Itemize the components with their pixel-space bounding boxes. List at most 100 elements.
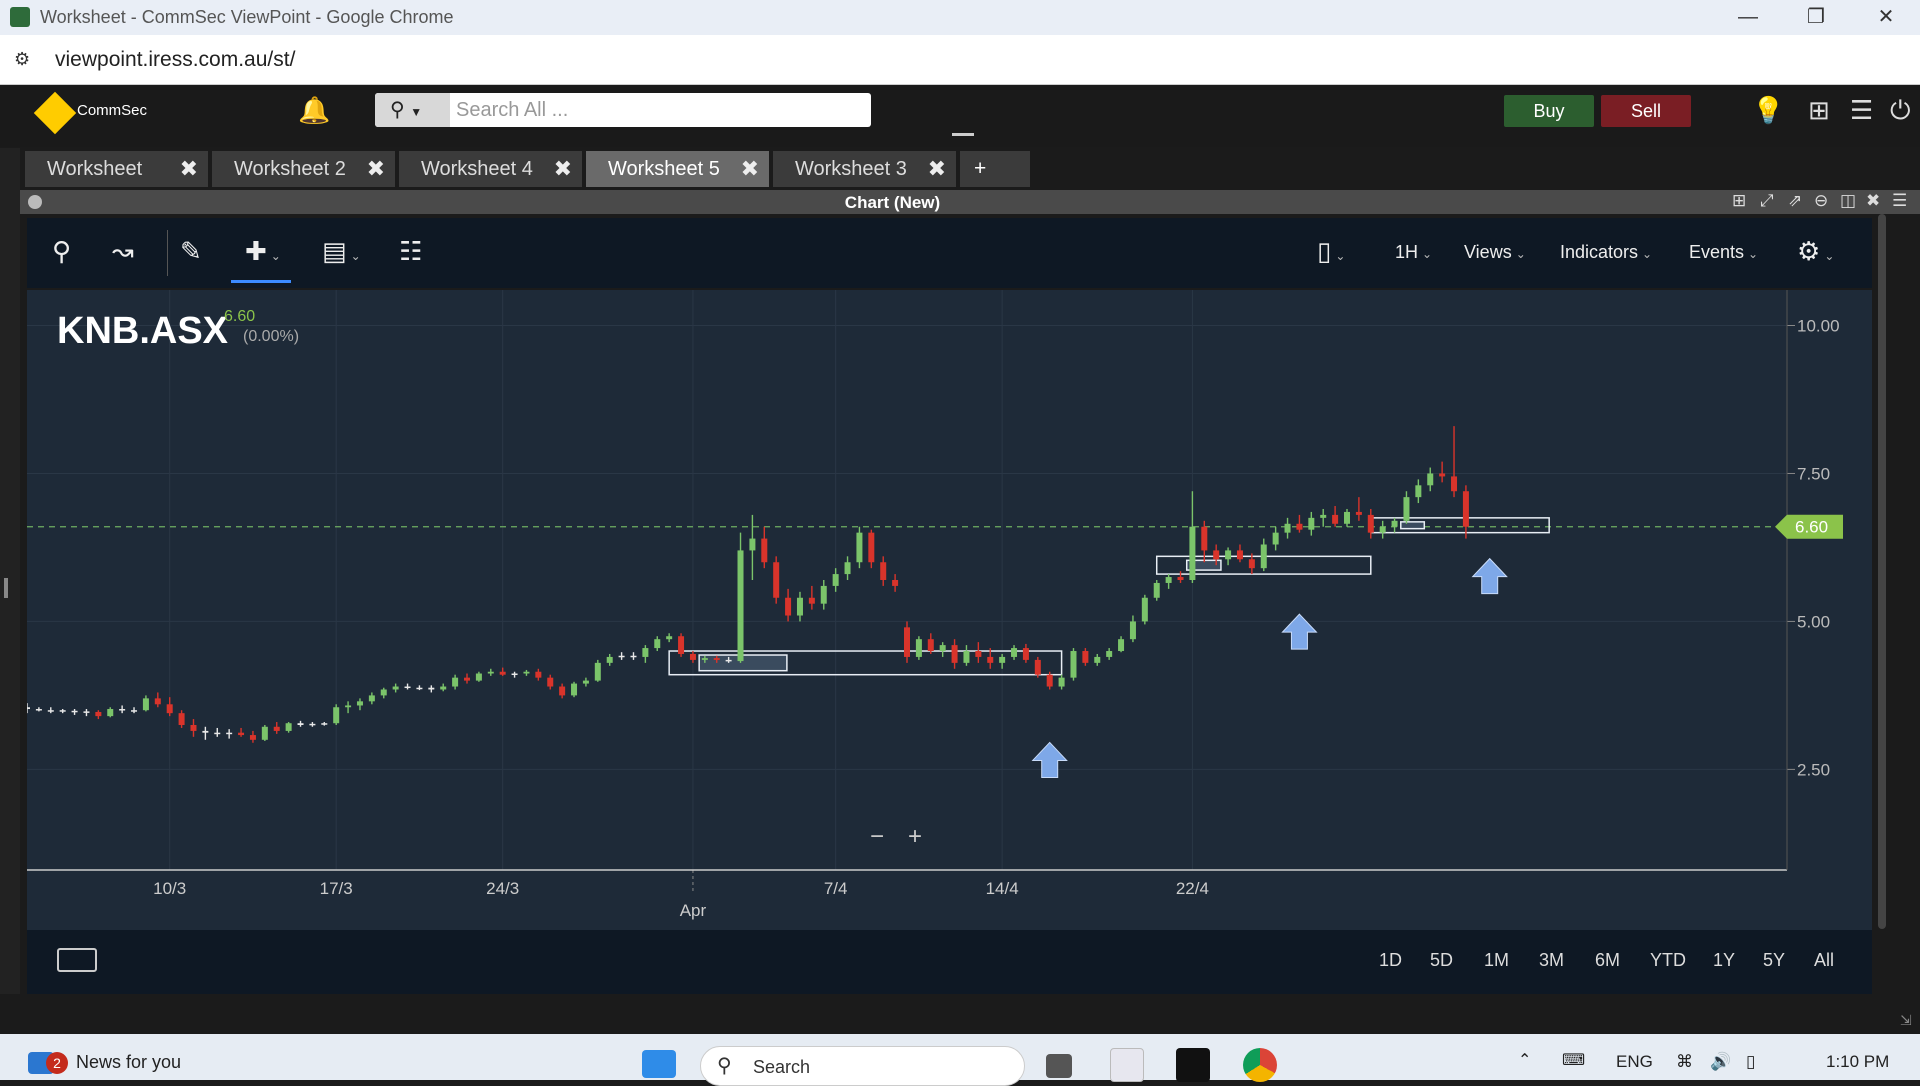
power-icon[interactable]: ⏻ (1890, 95, 1911, 127)
zoom-out-icon[interactable]: − (870, 823, 884, 851)
candle-body (773, 562, 780, 598)
panel-menu-icon[interactable]: ☰ (1892, 191, 1907, 211)
buy-button[interactable]: Buy (1504, 95, 1594, 127)
sell-button[interactable]: Sell (1601, 95, 1691, 127)
candle-body (238, 732, 245, 736)
tab-worksheet-5[interactable]: Worksheet 5 ✖ (586, 151, 769, 187)
close-window-icon[interactable]: ✕ (1866, 2, 1906, 32)
candle-body (868, 532, 875, 563)
period-button-3m[interactable]: 3M (1539, 950, 1564, 971)
tab-worksheet-2[interactable]: Worksheet 2 ✖ (212, 151, 395, 187)
snipping-tool-icon[interactable] (1110, 1048, 1144, 1082)
chevron-up-icon[interactable]: ⌃ (1518, 1050, 1531, 1070)
chevron-down-icon: ▼ (410, 105, 423, 119)
windows-start-icon[interactable] (642, 1050, 676, 1078)
site-settings-icon[interactable]: ⚙ (14, 49, 30, 70)
bell-icon[interactable]: 🔔 (298, 95, 330, 126)
split-icon[interactable]: ◫ (1840, 191, 1856, 211)
news-label[interactable]: News for you (76, 1052, 181, 1073)
minimize-panel-icon[interactable]: ⊖ (1814, 191, 1828, 211)
close-tab-icon[interactable]: ✖ (554, 151, 572, 187)
clock-time[interactable]: 1:10 PM (1826, 1052, 1889, 1072)
period-button-1m[interactable]: 1M (1484, 950, 1509, 971)
url-text[interactable]: viewpoint.iress.com.au/st/ (55, 48, 295, 72)
candle-body (701, 658, 708, 660)
candle-body (1451, 476, 1458, 492)
language-indicator[interactable]: ENG (1616, 1052, 1653, 1072)
add-icon[interactable]: ⊞ (1732, 191, 1746, 211)
period-button-6m[interactable]: 6M (1595, 950, 1620, 971)
lightbulb-icon[interactable]: 💡 (1752, 95, 1784, 126)
battery-icon[interactable]: ▯ (1746, 1052, 1755, 1072)
keyboard-tray-icon[interactable]: ⌨ (1562, 1050, 1585, 1070)
interval-dropdown[interactable]: 1H ⌄ (1395, 242, 1432, 263)
close-tab-icon[interactable]: ✖ (180, 151, 198, 187)
candle-body (214, 732, 221, 735)
candlestick-type-icon[interactable]: ▯ ⌄ (1317, 236, 1345, 267)
close-panel-icon[interactable]: ✖ (1866, 191, 1880, 211)
restore-icon[interactable]: ❐ (1796, 2, 1836, 32)
popout-icon[interactable]: ⇗ (1788, 191, 1802, 211)
events-dropdown[interactable]: Events ⌄ (1689, 242, 1758, 263)
up-arrow-icon (1471, 557, 1508, 595)
tab-worksheet-4[interactable]: Worksheet 4 ✖ (399, 151, 582, 187)
expand-icon[interactable]: ⤢ (1760, 191, 1774, 211)
trading-app-icon[interactable] (1176, 1048, 1210, 1082)
period-button-5y[interactable]: 5Y (1763, 950, 1785, 971)
tab-worksheet-3[interactable]: Worksheet 3 ✖ (773, 151, 956, 187)
new-tab-button[interactable]: + New (960, 151, 1030, 216)
period-button-1y[interactable]: 1Y (1713, 950, 1735, 971)
arrows (1031, 557, 1508, 778)
candle-body (345, 705, 352, 708)
close-tab-icon[interactable]: ✖ (367, 151, 385, 187)
panel-scrollbar[interactable] (1878, 214, 1886, 929)
candle-body (1403, 497, 1410, 521)
candle-body (1153, 582, 1160, 598)
views-dropdown[interactable]: Views ⌄ (1464, 242, 1526, 263)
pencil-icon[interactable]: ✎ (180, 236, 202, 267)
indicators-dropdown[interactable]: Indicators ⌄ (1560, 242, 1652, 263)
wifi-icon[interactable]: ⌘ (1676, 1052, 1693, 1072)
crosshair-icon[interactable]: ✚ ⌄ (245, 236, 281, 267)
period-button-5d[interactable]: 5D (1430, 950, 1453, 971)
candle-body (678, 636, 685, 654)
search-dropdown-button[interactable]: ⚲ ▼ (375, 93, 450, 127)
period-button-all[interactable]: All (1814, 950, 1834, 971)
tab-label: Worksheet 3 (795, 158, 907, 180)
drag-handle-icon[interactable] (952, 133, 974, 136)
candle-body (475, 673, 482, 681)
zoom-in-icon[interactable]: + (908, 823, 922, 851)
menu-icon[interactable]: ☰ (1850, 95, 1873, 126)
resize-grip-icon[interactable]: ⇲ (1900, 1012, 1912, 1029)
candle-body (618, 655, 625, 658)
close-tab-icon[interactable]: ✖ (741, 151, 759, 187)
task-view-icon[interactable] (1046, 1054, 1072, 1078)
app-icon (10, 7, 30, 27)
period-button-ytd[interactable]: YTD (1650, 950, 1686, 971)
chart-area[interactable]: 10.00 7.50 5.00 2.50 10/3 17/3 24/3 Apr 7/4 14/4 2… (24, 290, 1872, 930)
candlestick-chart[interactable]: 10.00 7.50 5.00 2.50 10/3 17/3 24/3 Apr 7/4 14/4 2… (24, 290, 1872, 930)
settings-icon[interactable]: ⚙ ⌄ (1797, 236, 1834, 267)
search-input[interactable] (452, 93, 867, 127)
candle-body (499, 671, 506, 675)
candle-body (1129, 621, 1136, 640)
minimize-icon[interactable]: — (1728, 2, 1768, 32)
app-header: CommSec 🔔 ⚲ ▼ Buy Sell 💡 ⊞ ☰ ⏻ (0, 85, 1920, 147)
interval-label: 1H (1395, 242, 1419, 262)
tab-label: Worksheet 5 (608, 158, 720, 180)
taskbar-search[interactable]: ⚲ Search (700, 1046, 1025, 1086)
candle-body (796, 597, 803, 616)
comment-icon[interactable]: ▤ ⌄ (322, 236, 361, 267)
period-button-1d[interactable]: 1D (1379, 950, 1402, 971)
search-icon[interactable]: ⚲ (52, 236, 71, 267)
candle-body (1082, 651, 1089, 663)
sidebar-handle-icon[interactable] (4, 578, 8, 598)
keyboard-icon[interactable] (57, 948, 97, 972)
tab-worksheet[interactable]: Worksheet ✖ (25, 151, 208, 187)
volume-icon[interactable]: 🔊 (1710, 1052, 1731, 1072)
list-icon[interactable]: ☷ (399, 236, 422, 267)
add-panel-icon[interactable]: ⊞ (1808, 95, 1830, 126)
chrome-icon[interactable] (1243, 1048, 1277, 1082)
close-tab-icon[interactable]: ✖ (928, 151, 946, 187)
trendline-icon[interactable]: ↝ (112, 236, 134, 267)
